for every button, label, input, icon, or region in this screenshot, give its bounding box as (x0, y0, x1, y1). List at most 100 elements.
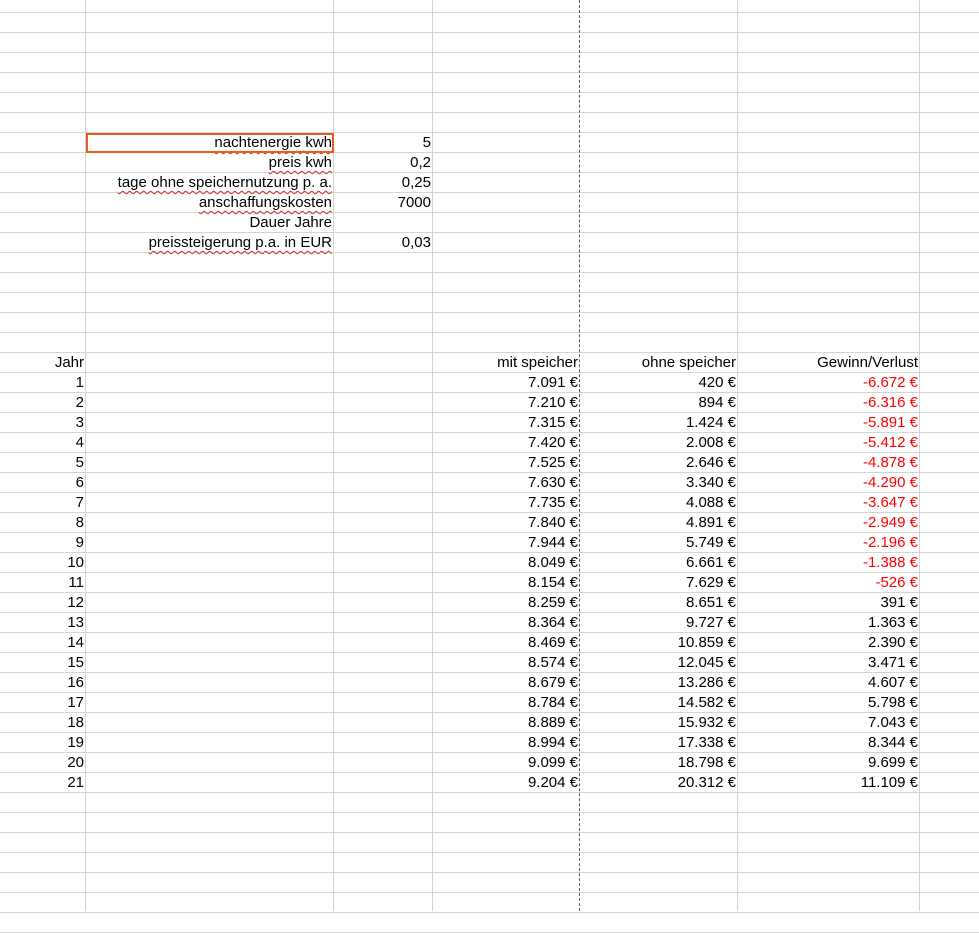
parameter-label[interactable]: preissteigerung p.a. in EUR (86, 233, 334, 253)
year-cell[interactable]: 5 (0, 453, 86, 473)
mit-speicher-cell[interactable]: 8.469 € (433, 633, 580, 653)
parameter-label[interactable]: preis kwh (86, 153, 334, 173)
ohne-speicher-cell[interactable]: 20.312 € (580, 773, 738, 793)
ohne-speicher-cell[interactable]: 10.859 € (580, 633, 738, 653)
year-cell[interactable]: 1 (0, 373, 86, 393)
gewinn-verlust-cell[interactable]: -6.316 € (738, 393, 920, 413)
gewinn-verlust-cell[interactable]: -6.672 € (738, 373, 920, 393)
year-cell[interactable]: 14 (0, 633, 86, 653)
gewinn-verlust-cell[interactable]: 5.798 € (738, 693, 920, 713)
parameter-value[interactable]: 0,2 (334, 153, 433, 173)
gewinn-verlust-cell[interactable]: -4.878 € (738, 453, 920, 473)
parameter-label[interactable]: Dauer Jahre (86, 213, 334, 233)
year-cell[interactable]: 13 (0, 613, 86, 633)
mit-speicher-cell[interactable]: 8.889 € (433, 713, 580, 733)
gewinn-verlust-cell[interactable]: -526 € (738, 573, 920, 593)
gewinn-verlust-cell[interactable]: 9.699 € (738, 753, 920, 773)
parameter-value[interactable] (334, 213, 433, 233)
gewinn-verlust-cell[interactable]: -3.647 € (738, 493, 920, 513)
year-cell[interactable]: 6 (0, 473, 86, 493)
ohne-speicher-cell[interactable]: 7.629 € (580, 573, 738, 593)
mit-speicher-cell[interactable]: 9.204 € (433, 773, 580, 793)
gewinn-verlust-cell[interactable]: -1.388 € (738, 553, 920, 573)
ohne-speicher-cell[interactable]: 4.891 € (580, 513, 738, 533)
ohne-speicher-cell[interactable]: 2.008 € (580, 433, 738, 453)
gewinn-verlust-cell[interactable]: 4.607 € (738, 673, 920, 693)
gewinn-verlust-cell[interactable]: -5.412 € (738, 433, 920, 453)
mit-speicher-cell[interactable]: 7.944 € (433, 533, 580, 553)
year-cell[interactable]: 19 (0, 733, 86, 753)
mit-speicher-cell[interactable]: 9.099 € (433, 753, 580, 773)
year-cell[interactable]: 2 (0, 393, 86, 413)
year-cell[interactable]: 20 (0, 753, 86, 773)
spreadsheet-grid[interactable]: nachtenergie kwh 5 preis kwh 0,2 tage ohne s… (0, 0, 979, 933)
mit-speicher-cell[interactable]: 7.091 € (433, 373, 580, 393)
gewinn-verlust-cell[interactable]: 8.344 € (738, 733, 920, 753)
ohne-speicher-cell[interactable]: 15.932 € (580, 713, 738, 733)
year-cell[interactable]: 17 (0, 693, 86, 713)
year-cell[interactable]: 10 (0, 553, 86, 573)
mit-speicher-cell[interactable]: 7.735 € (433, 493, 580, 513)
ohne-speicher-cell[interactable]: 18.798 € (580, 753, 738, 773)
gewinn-verlust-cell[interactable]: 3.471 € (738, 653, 920, 673)
year-cell[interactable]: 3 (0, 413, 86, 433)
year-cell[interactable]: 16 (0, 673, 86, 693)
header-jahr[interactable]: Jahr (0, 353, 86, 373)
mit-speicher-cell[interactable]: 7.630 € (433, 473, 580, 493)
gewinn-verlust-cell[interactable]: 7.043 € (738, 713, 920, 733)
ohne-speicher-cell[interactable]: 14.582 € (580, 693, 738, 713)
year-cell[interactable]: 8 (0, 513, 86, 533)
mit-speicher-cell[interactable]: 7.420 € (433, 433, 580, 453)
gewinn-verlust-cell[interactable]: -5.891 € (738, 413, 920, 433)
header-ohne-speicher[interactable]: ohne speicher (580, 353, 738, 373)
mit-speicher-cell[interactable]: 8.574 € (433, 653, 580, 673)
gewinn-verlust-cell[interactable]: -2.196 € (738, 533, 920, 553)
gewinn-verlust-cell[interactable]: -4.290 € (738, 473, 920, 493)
parameter-value[interactable]: 0,03 (334, 233, 433, 253)
gewinn-verlust-cell[interactable]: 391 € (738, 593, 920, 613)
mit-speicher-cell[interactable]: 8.154 € (433, 573, 580, 593)
header-mit-speicher[interactable]: mit speicher (433, 353, 580, 373)
parameter-label[interactable]: anschaffungskosten (86, 193, 334, 213)
active-cell-selection[interactable] (86, 133, 334, 153)
parameter-value[interactable]: 7000 (334, 193, 433, 213)
ohne-speicher-cell[interactable]: 4.088 € (580, 493, 738, 513)
year-cell[interactable]: 15 (0, 653, 86, 673)
year-cell[interactable]: 9 (0, 533, 86, 553)
ohne-speicher-cell[interactable]: 9.727 € (580, 613, 738, 633)
year-cell[interactable]: 4 (0, 433, 86, 453)
year-cell[interactable]: 12 (0, 593, 86, 613)
mit-speicher-cell[interactable]: 7.210 € (433, 393, 580, 413)
gewinn-verlust-cell[interactable]: -2.949 € (738, 513, 920, 533)
parameter-value[interactable]: 5 (334, 133, 433, 153)
parameter-value[interactable]: 0,25 (334, 173, 433, 193)
ohne-speicher-cell[interactable]: 13.286 € (580, 673, 738, 693)
mit-speicher-cell[interactable]: 7.525 € (433, 453, 580, 473)
ohne-speicher-cell[interactable]: 12.045 € (580, 653, 738, 673)
gewinn-verlust-cell[interactable]: 1.363 € (738, 613, 920, 633)
gewinn-verlust-cell[interactable]: 2.390 € (738, 633, 920, 653)
mit-speicher-cell[interactable]: 8.784 € (433, 693, 580, 713)
ohne-speicher-cell[interactable]: 420 € (580, 373, 738, 393)
mit-speicher-cell[interactable]: 7.315 € (433, 413, 580, 433)
year-cell[interactable]: 7 (0, 493, 86, 513)
mit-speicher-cell[interactable]: 8.994 € (433, 733, 580, 753)
mit-speicher-cell[interactable]: 8.049 € (433, 553, 580, 573)
year-cell[interactable]: 21 (0, 773, 86, 793)
mit-speicher-cell[interactable]: 8.259 € (433, 593, 580, 613)
ohne-speicher-cell[interactable]: 3.340 € (580, 473, 738, 493)
mit-speicher-cell[interactable]: 8.679 € (433, 673, 580, 693)
ohne-speicher-cell[interactable]: 17.338 € (580, 733, 738, 753)
ohne-speicher-cell[interactable]: 5.749 € (580, 533, 738, 553)
year-cell[interactable]: 18 (0, 713, 86, 733)
mit-speicher-cell[interactable]: 8.364 € (433, 613, 580, 633)
header-gewinn-verlust[interactable]: Gewinn/Verlust (738, 353, 920, 373)
ohne-speicher-cell[interactable]: 1.424 € (580, 413, 738, 433)
ohne-speicher-cell[interactable]: 8.651 € (580, 593, 738, 613)
ohne-speicher-cell[interactable]: 6.661 € (580, 553, 738, 573)
ohne-speicher-cell[interactable]: 894 € (580, 393, 738, 413)
parameter-label[interactable]: tage ohne speichernutzung p. a. (86, 173, 334, 193)
mit-speicher-cell[interactable]: 7.840 € (433, 513, 580, 533)
ohne-speicher-cell[interactable]: 2.646 € (580, 453, 738, 473)
gewinn-verlust-cell[interactable]: 11.109 € (738, 773, 920, 793)
